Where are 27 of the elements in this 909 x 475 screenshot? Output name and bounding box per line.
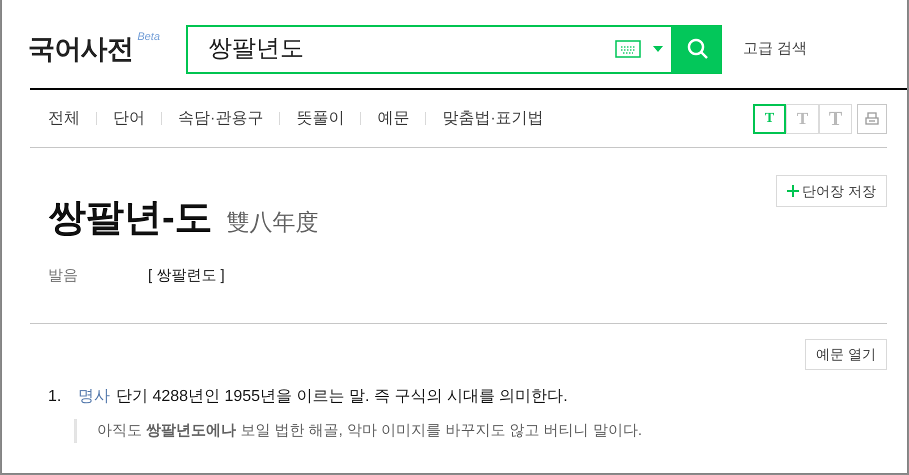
plus-icon [787, 185, 800, 197]
logo-title[interactable]: 국어사전 [28, 28, 134, 70]
category-tab[interactable]: 속담·관용구 [178, 106, 264, 130]
category-tab[interactable]: 맞춤법·표기법 [442, 106, 544, 130]
category-tab[interactable]: 단어 [113, 106, 145, 130]
definition-text: 단기 4288년인 1955년을 이르는 말. 즉 구식의 시대를 의미한다. [116, 387, 568, 407]
keyboard-icon[interactable] [615, 40, 641, 58]
search-field[interactable]: 쌍팔년도 [186, 24, 673, 74]
headword: 쌍팔년-도 [48, 196, 213, 241]
hanja-text: 雙八年度 [226, 209, 319, 237]
open-examples-button[interactable]: 예문 열기 [805, 339, 887, 370]
part-of-speech: 명사 [78, 387, 110, 407]
category-tab[interactable]: 전체 [48, 106, 80, 130]
example-sentence: 아직도 쌍팔년도에나 보일 법한 해골, 악마 이미지를 바꾸지도 않고 버티니 말이다. [97, 422, 642, 439]
print-button[interactable] [857, 104, 887, 134]
beta-label: Beta [137, 30, 160, 45]
category-tab[interactable]: 예문 [377, 106, 410, 130]
advanced-search-link[interactable]: 고급 검색 [743, 38, 808, 60]
caret-icon[interactable] [653, 46, 663, 52]
search-button[interactable] [673, 24, 722, 74]
pronunciation-label: 발음 [48, 266, 79, 286]
search-icon [686, 38, 708, 60]
printer-icon [865, 112, 879, 126]
category-tab[interactable]: 뜻풀이 [296, 106, 344, 130]
pronunciation-text: [ 쌍팔련도 ] [148, 266, 225, 286]
sense-number: 1. [48, 387, 62, 407]
save-to-wordbook-button[interactable]: 단어장 저장 [776, 175, 887, 207]
